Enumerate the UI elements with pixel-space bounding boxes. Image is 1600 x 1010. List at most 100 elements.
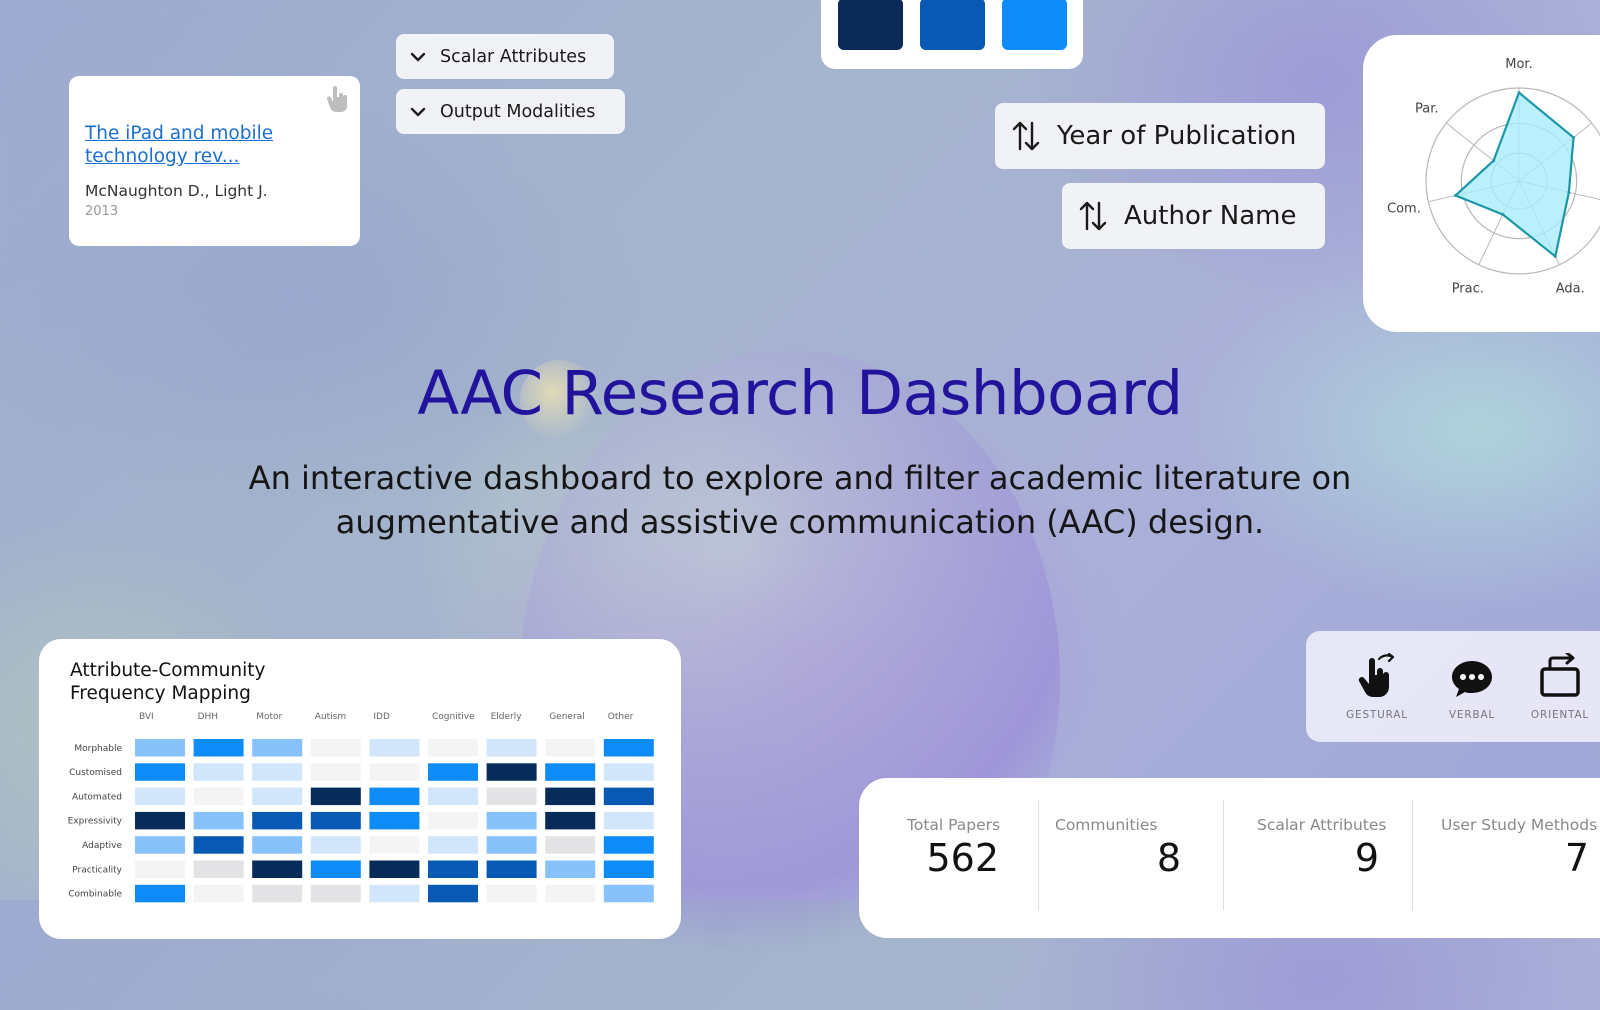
heatmap-cell[interactable]	[193, 836, 244, 854]
heatmap-cell[interactable]	[486, 811, 537, 830]
swatch-medium[interactable]	[920, 0, 985, 50]
heatmap-column-label: Other	[608, 712, 634, 722]
heatmap-cell[interactable]	[428, 787, 478, 806]
heatmap-cell[interactable]	[428, 811, 478, 830]
heatmap-cell[interactable]	[603, 811, 654, 830]
paper-year: 2013	[85, 204, 119, 219]
heatmap-cell[interactable]	[486, 787, 537, 806]
stats-card: Total Papers 562 Communities 8 Scalar At…	[859, 778, 1600, 938]
heatmap-cell[interactable]	[310, 739, 361, 757]
heatmap-cell[interactable]	[310, 836, 361, 854]
heatmap-cell[interactable]	[310, 787, 361, 806]
heatmap-cell[interactable]	[193, 739, 244, 757]
heatmap-cell[interactable]	[252, 860, 303, 879]
heatmap-column-label: General	[549, 712, 584, 722]
heatmap-cell[interactable]	[252, 787, 303, 806]
sort-arrows-icon	[1012, 121, 1040, 151]
heatmap-cell[interactable]	[135, 787, 185, 806]
heatmap-cell[interactable]	[369, 811, 420, 830]
sort-year-button[interactable]: Year of Publication	[995, 103, 1325, 169]
heatmap-column-label: Autism	[315, 712, 346, 722]
heatmap-cell[interactable]	[486, 739, 537, 757]
heatmap-cell[interactable]	[310, 763, 361, 781]
heatmap-cell[interactable]	[135, 860, 185, 879]
swatch-light[interactable]	[1002, 0, 1067, 50]
heatmap-cell[interactable]	[310, 860, 361, 879]
speech-bubble-icon	[1452, 661, 1492, 697]
swatch-dark[interactable]	[838, 0, 903, 50]
radar-point	[1553, 254, 1557, 258]
pointer-hand-icon	[326, 86, 347, 113]
heatmap-grid: BVI DHH Motor Autism IDD Cognitive Elderly Gene…	[68, 712, 654, 903]
stat-divider	[1223, 800, 1224, 910]
heatmap-cell[interactable]	[193, 860, 244, 879]
modalities-card: GESTURAL VERBAL ORIENTAL	[1306, 631, 1600, 742]
heatmap-cell[interactable]	[603, 739, 654, 757]
heatmap-cell[interactable]	[193, 763, 244, 781]
heatmap-cell[interactable]	[486, 763, 537, 781]
heatmap-cell[interactable]	[135, 811, 185, 830]
stat-user-study-methods: User Study Methods 7	[1441, 816, 1597, 880]
stat-label: Scalar Attributes	[1257, 816, 1387, 834]
radar-point	[1567, 190, 1571, 194]
radar-chart[interactable]: Mor.CEAda.Prac.Com.Par.	[1363, 35, 1600, 332]
heatmap-cell[interactable]	[603, 787, 654, 806]
heatmap-cell[interactable]	[135, 836, 185, 854]
heatmap-cell[interactable]	[545, 836, 596, 854]
heatmap-row-label: Automated	[72, 792, 122, 802]
heatmap-cell[interactable]	[369, 836, 420, 854]
heatmap-cell[interactable]	[310, 811, 361, 830]
heatmap-cell[interactable]	[252, 836, 303, 854]
paper-card[interactable]: The iPad and mobile technology rev... Mc…	[69, 76, 360, 246]
heatmap-cell[interactable]	[369, 787, 420, 806]
heatmap-cell[interactable]	[545, 739, 596, 757]
heatmap-cell[interactable]	[252, 763, 303, 781]
stat-value: 9	[1354, 836, 1379, 880]
radar-point	[1501, 213, 1505, 217]
modality-gestural[interactable]: GESTURAL	[1336, 652, 1418, 721]
heatmap-cell[interactable]	[603, 836, 654, 854]
stat-communities: Communities 8	[1055, 816, 1181, 880]
modality-oriental[interactable]: ORIENTAL	[1515, 651, 1600, 721]
paper-title-link[interactable]: The iPad and mobile technology rev...	[85, 122, 315, 168]
heatmap-cell[interactable]	[193, 811, 244, 830]
heatmap-cell[interactable]	[545, 860, 596, 879]
stat-value: 562	[926, 836, 999, 880]
sort-author-button[interactable]: Author Name	[1062, 183, 1325, 249]
heatmap-cell[interactable]	[252, 739, 303, 757]
heatmap-cell[interactable]	[545, 787, 596, 806]
heatmap-cell[interactable]	[428, 739, 478, 757]
radar-axis-label: Ada.	[1556, 281, 1585, 296]
chevron-down-icon	[410, 52, 426, 61]
radar-axis-label: Com.	[1387, 201, 1421, 216]
heatmap-cell[interactable]	[486, 836, 537, 854]
heatmap-column-label: IDD	[373, 712, 390, 722]
heatmap-cell[interactable]	[428, 763, 478, 781]
output-modalities-toggle[interactable]: Output Modalities	[396, 89, 625, 134]
heatmap-cell[interactable]	[252, 811, 303, 830]
heatmap-cell[interactable]	[428, 836, 478, 854]
paper-title-line1: The iPad and mobile	[85, 123, 274, 144]
heatmap-cell[interactable]	[428, 860, 478, 879]
heatmap-row-label: Expressivity	[68, 817, 123, 827]
heatmap-cell[interactable]	[369, 763, 420, 781]
heatmap-cell[interactable]	[135, 739, 185, 757]
heatmap-cell[interactable]	[486, 860, 537, 879]
heatmap-cell[interactable]	[193, 787, 244, 806]
heatmap-cell[interactable]	[603, 763, 654, 781]
heatmap-column-label: Elderly	[491, 712, 523, 722]
heatmap-cell[interactable]	[135, 763, 185, 781]
heatmap-cell[interactable]	[369, 739, 420, 757]
stat-divider	[1412, 800, 1413, 910]
heatmap-column-label: Cognitive	[432, 712, 475, 722]
heatmap-row-label: Combinable	[68, 890, 122, 900]
heatmap-column-label: Motor	[256, 712, 282, 722]
orientation-icon	[1540, 651, 1580, 697]
heatmap-cell[interactable]	[545, 811, 596, 830]
heatmap-cell[interactable]	[545, 763, 596, 781]
heatmap-cell[interactable]	[369, 860, 420, 879]
scalar-attributes-toggle[interactable]: Scalar Attributes	[396, 34, 614, 79]
radar-axis-label: Prac.	[1452, 281, 1484, 296]
modality-verbal[interactable]: VERBAL	[1431, 657, 1513, 721]
heatmap-cell[interactable]	[603, 860, 654, 879]
